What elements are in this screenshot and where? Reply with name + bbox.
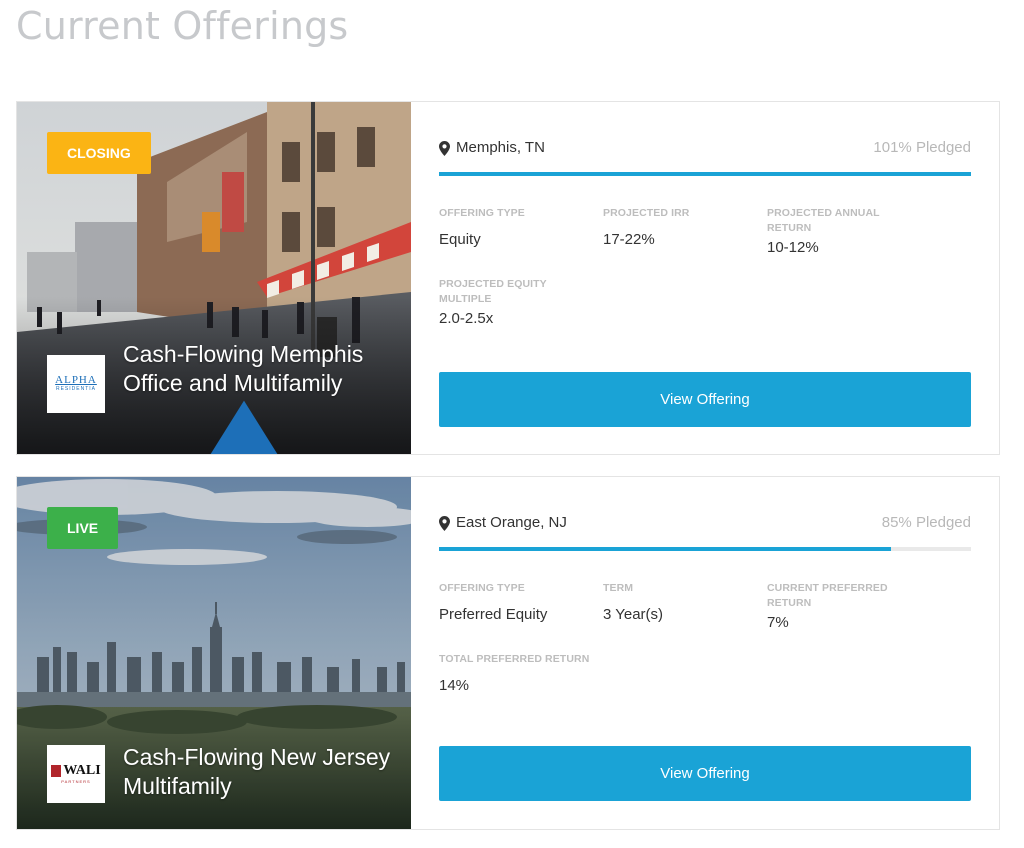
sponsor-logo-text: WALI [63,763,101,778]
stat-value: Equity [439,231,481,248]
sponsor-logo-subtext: PARTNERS [61,779,91,784]
location-text: East Orange, NJ [456,514,567,531]
status-badge: LIVE [47,507,119,549]
stat-label: PROJECTED ANNUAL RETURN [767,207,880,234]
stat-value: 14% [439,677,470,694]
location-text: Memphis, TN [456,139,545,156]
stat-label: TOTAL PREFERRED RETURN [439,653,590,665]
stat-projected-irr: PROJECTED IRR 17-22% [603,206,753,248]
stat-label: PROJECTED IRR [603,207,690,219]
location-row: East Orange, NJ 85% Pledged [439,513,971,535]
stat-projected-equity-multiple: PROJECTED EQUITY MULTIPLE 2.0-2.5x [439,277,579,327]
stat-value: 17-22% [603,231,655,248]
stat-value: 2.0-2.5x [439,310,494,327]
pledged-percentage: 101% Pledged [873,139,971,156]
offering-card-memphis: CLOSING ALPHA RESIDENTIA Cash-Flowing Me… [16,101,1000,455]
stat-term: TERM 3 Year(s) [603,581,753,623]
stat-value: 10-12% [767,239,819,256]
status-badge: CLOSING [47,132,151,174]
pledge-progress-fill [439,172,971,176]
sponsor-logo-alpha: ALPHA RESIDENTIA [47,355,278,454]
stat-value: 7% [767,614,789,631]
stat-value: Preferred Equity [439,606,548,623]
stat-total-preferred-return: TOTAL PREFERRED RETURN 14% [439,652,639,694]
stat-label: OFFERING TYPE [439,582,525,594]
pledge-progress-bar [439,547,971,551]
offering-card-east-orange: LIVE WALI PARTNERS Cash-Flowing New Jers… [16,476,1000,830]
offering-details: East Orange, NJ 85% Pledged OFFERING TYP… [439,477,971,829]
wali-logo-mark: WALI [51,763,101,778]
stat-value: 3 Year(s) [603,606,664,623]
map-pin-icon [439,516,450,531]
stat-label: PROJECTED EQUITY MULTIPLE [439,278,547,305]
location-row: Memphis, TN 101% Pledged [439,138,971,160]
page-title: Current Offerings [16,4,349,48]
offering-name[interactable]: Cash-Flowing New Jersey Multifamily [123,743,393,801]
offering-image-east-orange[interactable]: LIVE WALI PARTNERS Cash-Flowing New Jers… [17,477,411,829]
map-pin-icon [439,141,450,156]
stat-current-preferred-return: CURRENT PREFERRED RETURN 7% [767,581,907,631]
offering-name[interactable]: Cash-Flowing Memphis Office and Multifam… [123,340,393,398]
stat-label: CURRENT PREFERRED RETURN [767,582,888,609]
pledge-progress-bar [439,172,971,176]
stat-label: OFFERING TYPE [439,207,525,219]
pledge-progress-fill [439,547,892,551]
wali-red-block-icon [51,765,62,777]
stat-label: TERM [603,582,634,594]
stat-projected-annual-return: PROJECTED ANNUAL RETURN 10-12% [767,206,907,256]
view-offering-button[interactable]: View Offering [439,746,971,801]
stat-offering-type: OFFERING TYPE Preferred Equity [439,581,589,623]
offering-image-memphis[interactable]: CLOSING ALPHA RESIDENTIA Cash-Flowing Me… [17,102,411,454]
offering-details: Memphis, TN 101% Pledged OFFERING TYPE E… [439,102,971,454]
sponsor-logo-wali: WALI PARTNERS [47,745,105,803]
view-offering-button[interactable]: View Offering [439,372,971,427]
stat-offering-type: OFFERING TYPE Equity [439,206,589,248]
offerings-page: Current Offerings CLOSING ALPHA RESIDENT… [0,0,1024,848]
pledged-percentage: 85% Pledged [881,514,971,531]
